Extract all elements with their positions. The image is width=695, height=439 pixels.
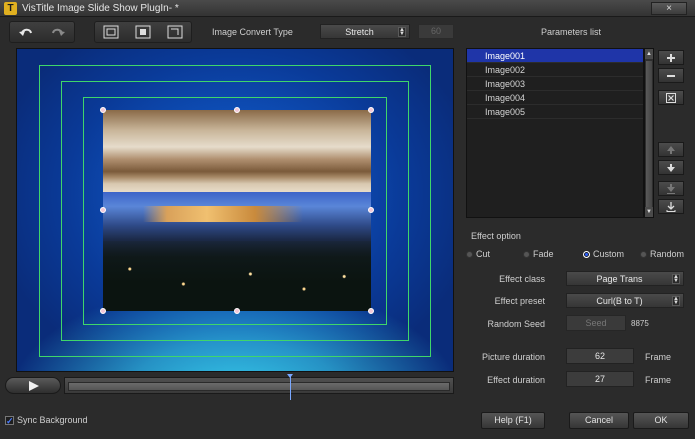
timeline-track <box>68 382 450 391</box>
sync-background-checkbox[interactable]: ✓ Sync Background <box>5 415 88 425</box>
remove-item-button[interactable] <box>658 68 684 83</box>
radio-dot-icon <box>523 250 530 258</box>
scrollbar-thumb[interactable] <box>646 61 652 207</box>
fortress-lights <box>143 206 303 222</box>
spin-arrows-icon: ▲ ▼ <box>672 295 680 306</box>
parameters-list[interactable]: Image001 Image002 Image003 Image004 Image005 <box>466 48 644 218</box>
timeline-position-marker[interactable] <box>287 374 293 400</box>
ceiling-image-panel <box>103 110 371 192</box>
undo-icon[interactable] <box>10 22 42 42</box>
arrow-up-icon <box>667 145 675 154</box>
radio-dot-icon <box>640 250 647 258</box>
undo-redo-group <box>9 21 75 43</box>
effect-option-title: Effect option <box>471 231 521 241</box>
slide-image[interactable] <box>100 107 374 314</box>
import-icon <box>666 201 676 212</box>
preview-canvas[interactable] <box>16 48 454 372</box>
parameters-list-scrollbar[interactable]: ▲ ▼ <box>644 48 654 218</box>
image-convert-type-label: Image Convert Type <box>212 27 293 37</box>
seed-value: 8875 <box>631 319 649 328</box>
ok-button[interactable]: OK <box>633 412 689 429</box>
cancel-button[interactable]: Cancel <box>569 412 629 429</box>
picture-duration-input[interactable]: 62 <box>566 348 634 364</box>
effect-class-label: Effect class <box>499 274 545 284</box>
list-item[interactable]: Image001 <box>467 49 643 63</box>
view-mode-group <box>94 21 192 43</box>
minus-icon <box>667 74 675 77</box>
effect-duration-label: Effect duration <box>487 375 545 385</box>
picture-duration-unit: Frame <box>645 352 672 362</box>
delete-x-icon <box>666 92 676 103</box>
play-icon <box>29 380 39 391</box>
effect-mode-radio-group: Cut Fade Custom Random <box>466 249 692 261</box>
radio-label: Custom <box>593 249 625 259</box>
picture-duration-label: Picture duration <box>481 352 545 362</box>
play-button[interactable] <box>5 377 61 394</box>
crop-frame-icon[interactable] <box>159 22 191 42</box>
spin-arrows-icon: ▲ ▼ <box>672 273 680 284</box>
resize-handle-top-right[interactable] <box>368 107 374 113</box>
add-icon <box>667 53 675 62</box>
app-logo-icon: T <box>4 2 17 15</box>
seed-button: Seed <box>566 315 626 331</box>
resize-handle-bottom-right[interactable] <box>368 308 374 314</box>
timeline-slider[interactable] <box>64 374 454 400</box>
image-convert-type-select[interactable]: Stretch ▲ ▼ <box>320 24 410 39</box>
resize-handle-left[interactable] <box>100 207 106 213</box>
effect-class-select[interactable]: Page Trans ▲ ▼ <box>566 271 684 286</box>
redo-icon[interactable] <box>42 22 74 42</box>
image-convert-type-value: Stretch <box>345 26 374 37</box>
move-bottom-button[interactable] <box>658 181 684 196</box>
window-title: VisTitle Image Slide Show PlugIn- * <box>22 3 179 14</box>
radio-label: Fade <box>533 249 554 259</box>
import-button[interactable] <box>658 199 684 214</box>
city-lights <box>103 254 371 304</box>
list-item[interactable]: Image005 <box>467 105 643 119</box>
resize-handle-bottom[interactable] <box>234 308 240 314</box>
list-item[interactable]: Image002 <box>467 63 643 77</box>
effect-preset-label: Effect preset <box>494 296 545 306</box>
effect-mode-radio-custom[interactable]: Custom <box>583 249 624 259</box>
resize-handle-top-left[interactable] <box>100 107 106 113</box>
arrow-down-icon <box>667 163 675 172</box>
radio-label: Cut <box>476 249 491 259</box>
effect-mode-radio-cut[interactable]: Cut <box>466 249 490 259</box>
radio-dot-icon <box>466 250 473 258</box>
radio-dot-icon <box>583 250 590 258</box>
effect-mode-radio-random[interactable]: Random <box>640 249 684 259</box>
fit-frame-icon[interactable] <box>95 22 127 42</box>
resize-handle-top[interactable] <box>234 107 240 113</box>
move-up-button[interactable] <box>658 142 684 157</box>
disabled-value-box: 60 <box>418 24 454 39</box>
resize-handle-bottom-left[interactable] <box>100 308 106 314</box>
effect-mode-radio-fade[interactable]: Fade <box>523 249 554 259</box>
effect-preset-value: Curl(B to T) <box>596 295 643 306</box>
marker-triangle-icon <box>287 374 293 378</box>
night-city-image-panel <box>103 192 371 311</box>
sync-background-label: Sync Background <box>17 415 88 425</box>
zoom-frame-icon[interactable] <box>127 22 159 42</box>
parameters-list-title: Parameters list <box>541 27 602 37</box>
close-window-button[interactable]: × <box>651 2 687 15</box>
scroll-down-icon[interactable]: ▼ <box>645 207 653 217</box>
delete-item-button[interactable] <box>658 90 684 105</box>
add-item-button[interactable] <box>658 50 684 65</box>
effect-duration-input[interactable]: 27 <box>566 371 634 387</box>
radio-label: Random <box>650 249 685 259</box>
effect-preset-select[interactable]: Curl(B to T) ▲ ▼ <box>566 293 684 308</box>
spin-arrows-icon: ▲ ▼ <box>398 26 406 37</box>
arrow-bottom-icon <box>667 183 675 194</box>
checkmark-icon: ✓ <box>5 415 14 426</box>
list-item[interactable]: Image003 <box>467 77 643 91</box>
list-item[interactable]: Image004 <box>467 91 643 105</box>
effect-class-value: Page Trans <box>596 273 643 284</box>
random-seed-label: Random Seed <box>487 319 545 329</box>
scroll-up-icon[interactable]: ▲ <box>645 49 653 59</box>
resize-handle-right[interactable] <box>368 207 374 213</box>
help-button[interactable]: Help (F1) <box>481 412 545 429</box>
effect-duration-unit: Frame <box>645 375 672 385</box>
move-down-button[interactable] <box>658 160 684 175</box>
